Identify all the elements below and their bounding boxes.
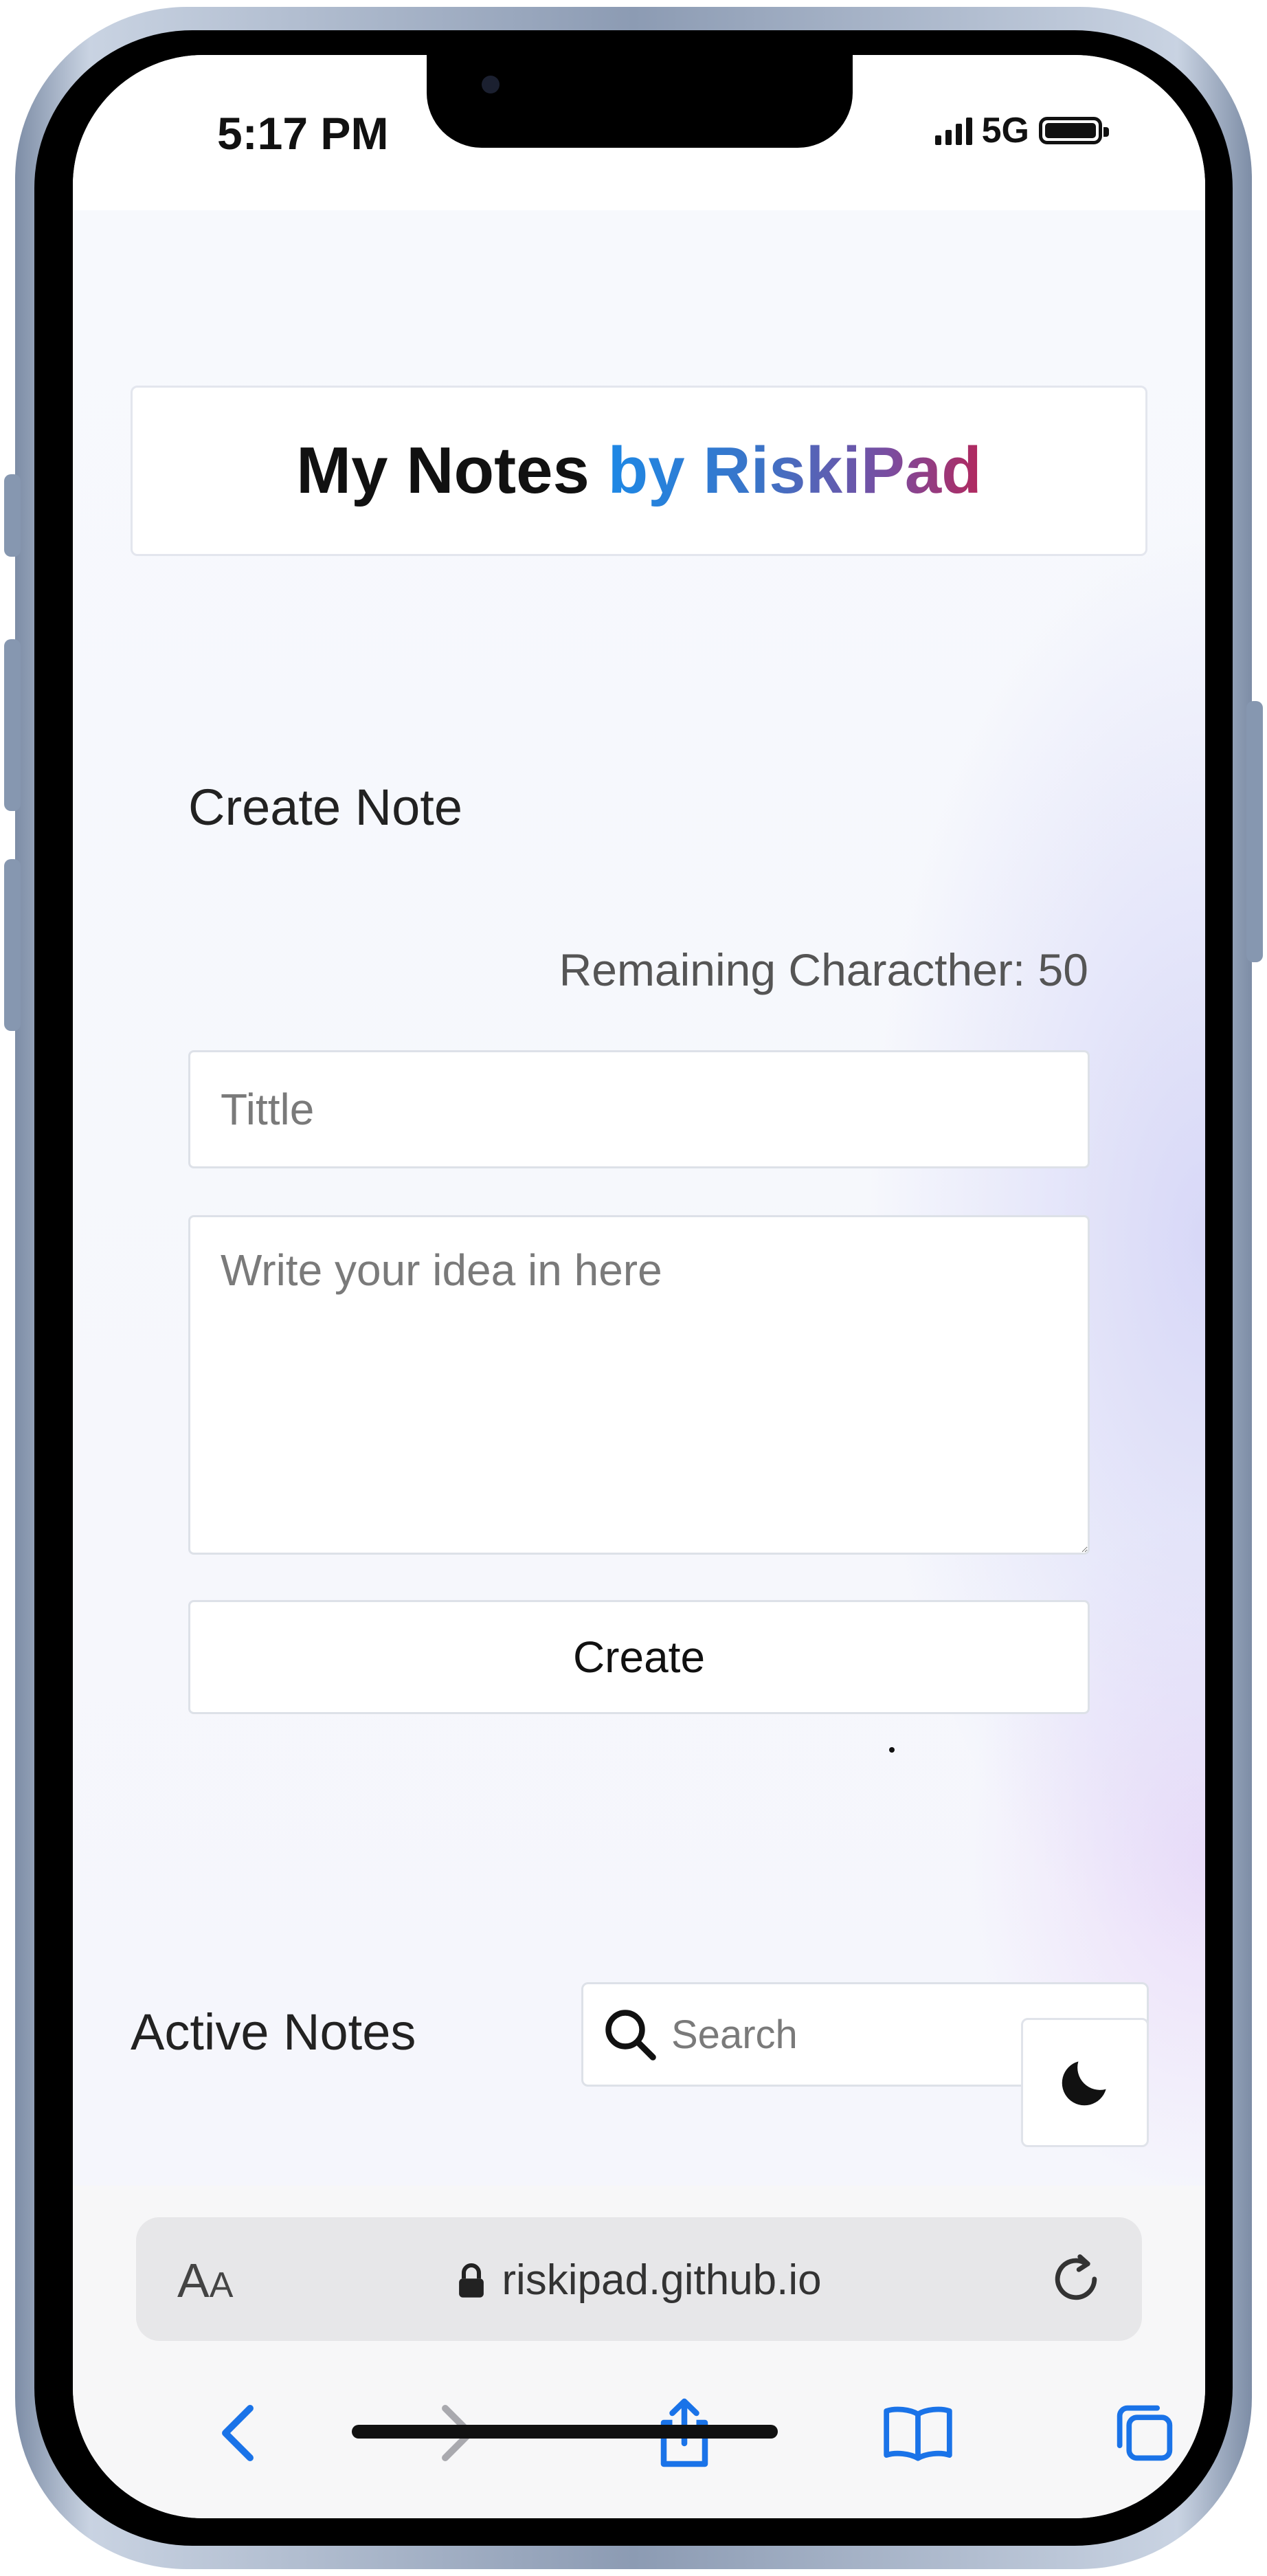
front-camera [482, 76, 500, 93]
web-page: My Notes by RiskiPad Create Note Remaini… [73, 210, 1205, 2241]
app-title: My Notes by RiskiPad [296, 433, 982, 509]
active-notes-heading: Active Notes [131, 2003, 416, 2061]
battery-icon [1039, 117, 1109, 144]
reload-icon[interactable] [1044, 2247, 1108, 2311]
notch [427, 55, 853, 148]
signal-icon [934, 116, 972, 145]
back-button[interactable] [197, 2392, 279, 2474]
url-display[interactable]: riskipad.github.io [136, 2256, 1142, 2305]
moon-icon [1062, 2061, 1106, 2106]
volume-down-button [4, 859, 21, 1031]
tabs-icon [1117, 2405, 1173, 2461]
home-indicator[interactable] [352, 2425, 778, 2439]
create-note-heading: Create Note [188, 779, 462, 836]
status-bar: 5:17 PM 5G [73, 55, 1205, 210]
dot-artifact [889, 1747, 895, 1753]
theme-toggle-button[interactable] [1021, 2018, 1149, 2147]
search-icon [605, 2010, 656, 2061]
power-button [1246, 701, 1263, 962]
back-icon [222, 2405, 254, 2461]
silent-switch [4, 474, 21, 557]
phone-screen: 5:17 PM 5G My Notes by RiskiPad Create N… [73, 55, 1205, 2518]
title-input[interactable] [188, 1050, 1090, 1168]
header-card: My Notes by RiskiPad [131, 386, 1147, 556]
note-body-textarea[interactable] [188, 1215, 1090, 1555]
status-time: 5:17 PM [217, 108, 389, 159]
tabs-button[interactable] [1103, 2392, 1186, 2474]
create-button[interactable]: Create [188, 1600, 1090, 1714]
status-indicators: 5G [934, 110, 1109, 151]
app-title-prefix: My Notes [296, 434, 590, 507]
volume-up-button [4, 639, 21, 811]
lock-icon [459, 2263, 484, 2298]
remaining-characters: Remaining Characther: 50 [559, 944, 1088, 995]
browser-toolbar: AA riskipad.github.io [73, 2186, 1205, 2518]
app-title-brand: by RiskiPad [607, 434, 982, 507]
address-bar[interactable]: AA riskipad.github.io [136, 2217, 1142, 2341]
search-input[interactable] [670, 2010, 1057, 2058]
bookmarks-icon [884, 2406, 952, 2461]
network-label: 5G [981, 111, 1029, 151]
url-text: riskipad.github.io [502, 2256, 822, 2304]
bookmarks-button[interactable] [877, 2392, 959, 2474]
